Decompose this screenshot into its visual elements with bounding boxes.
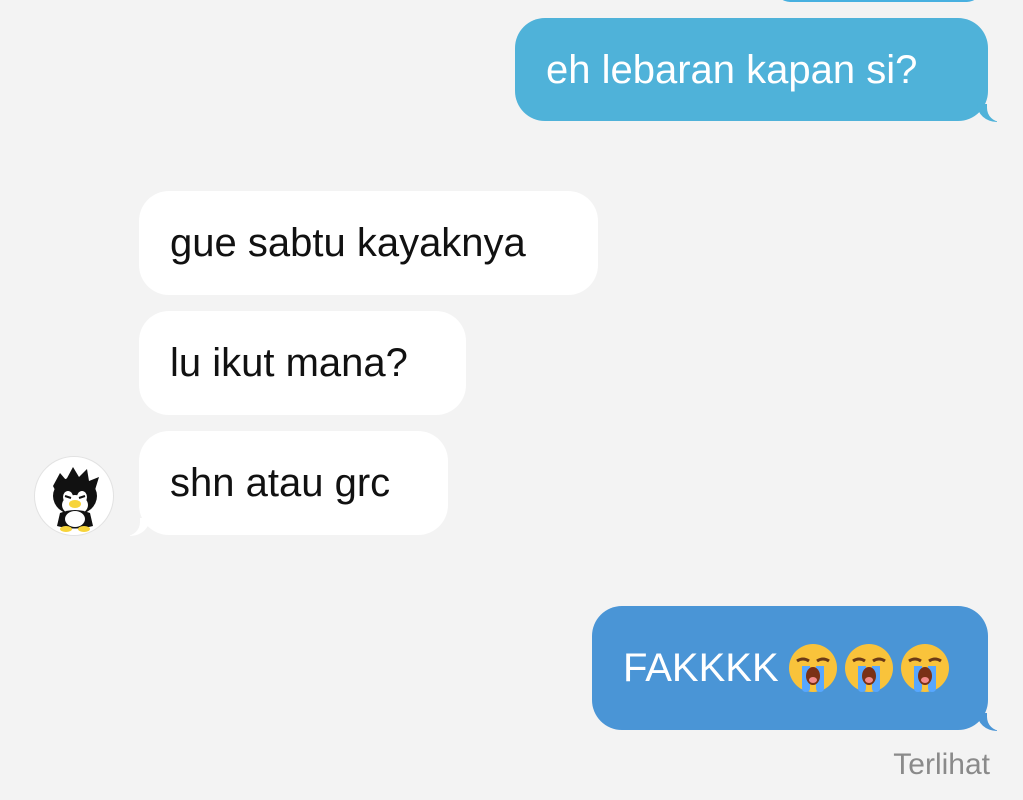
message-text: eh lebaran kapan si?: [546, 47, 918, 92]
chat-thread: eh lebaran kapan si? gue sabtu kayaknya …: [0, 0, 1023, 800]
previous-message-bubble[interactable]: [776, 0, 981, 2]
bubble-tail: [977, 711, 1007, 731]
loudly-crying-face-icon: [844, 644, 893, 692]
loudly-crying-face-icon: [788, 644, 837, 692]
bubble-tail: [977, 102, 1007, 122]
contact-avatar[interactable]: [34, 456, 114, 536]
incoming-message-bubble[interactable]: shn atau grc: [120, 431, 448, 536]
bubble-tail: [120, 516, 150, 536]
penguin-avatar-icon: [53, 467, 99, 532]
message-text: FAKKKK: [623, 646, 779, 690]
message-text: shn atau grc: [170, 461, 391, 505]
loudly-crying-face-icon: [900, 644, 949, 692]
outgoing-message-bubble[interactable]: eh lebaran kapan si?: [515, 18, 1007, 122]
outgoing-message-bubble[interactable]: FAKKKK: [592, 606, 1007, 731]
read-status: Terlihat: [893, 748, 990, 781]
emoji-row: [787, 642, 951, 694]
message-text: lu ikut mana?: [170, 341, 408, 385]
message-text: gue sabtu kayaknya: [170, 221, 526, 265]
incoming-message-bubble[interactable]: lu ikut mana?: [139, 311, 466, 415]
incoming-message-bubble[interactable]: gue sabtu kayaknya: [139, 191, 598, 295]
